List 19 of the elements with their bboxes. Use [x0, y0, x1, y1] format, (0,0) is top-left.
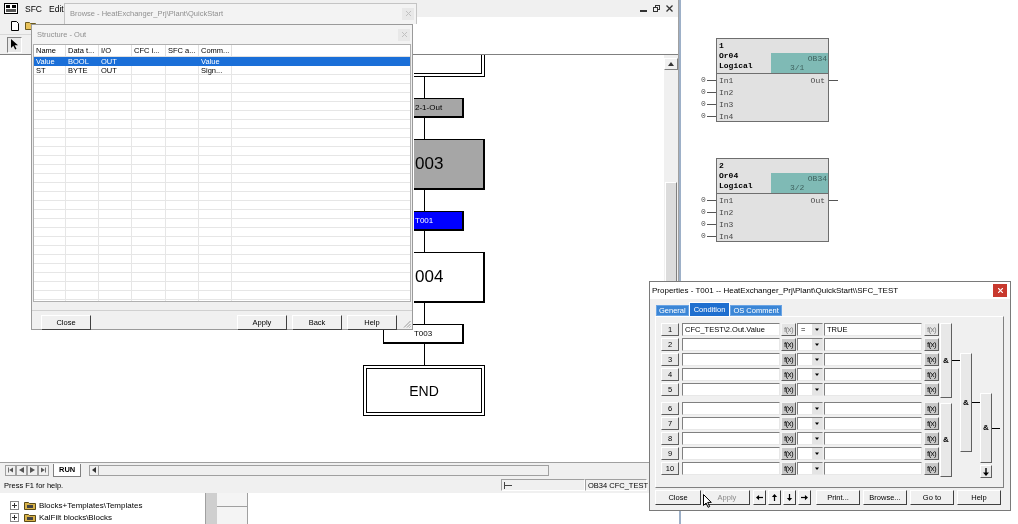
pin-value: 0: [701, 230, 706, 242]
block-type: Or04: [719, 171, 739, 181]
run-sequence: 3/2: [790, 183, 806, 192]
pin-value: 0: [701, 98, 706, 110]
pin-value: 0: [701, 110, 706, 122]
block-family: Logical: [719, 61, 753, 71]
pin-value: 0: [701, 206, 706, 218]
block-number: 1: [719, 41, 724, 51]
block-family: Logical: [719, 181, 753, 191]
pin-value: 0: [701, 194, 706, 206]
pin-value: 0: [701, 218, 706, 230]
task-name: OB34: [807, 174, 827, 183]
block-type: Or04: [719, 51, 739, 61]
dialog-title: Properties - T001 -- HeatExchanger_Prj\Plant\QuickStart\\SFC_TEST: [652, 286, 899, 295]
block-number: 2: [719, 161, 724, 171]
run-sequence: 3/1: [790, 63, 806, 72]
task-name: OB34: [807, 54, 827, 63]
pin-value: 0: [701, 86, 706, 98]
pin-value: 0: [701, 74, 706, 86]
